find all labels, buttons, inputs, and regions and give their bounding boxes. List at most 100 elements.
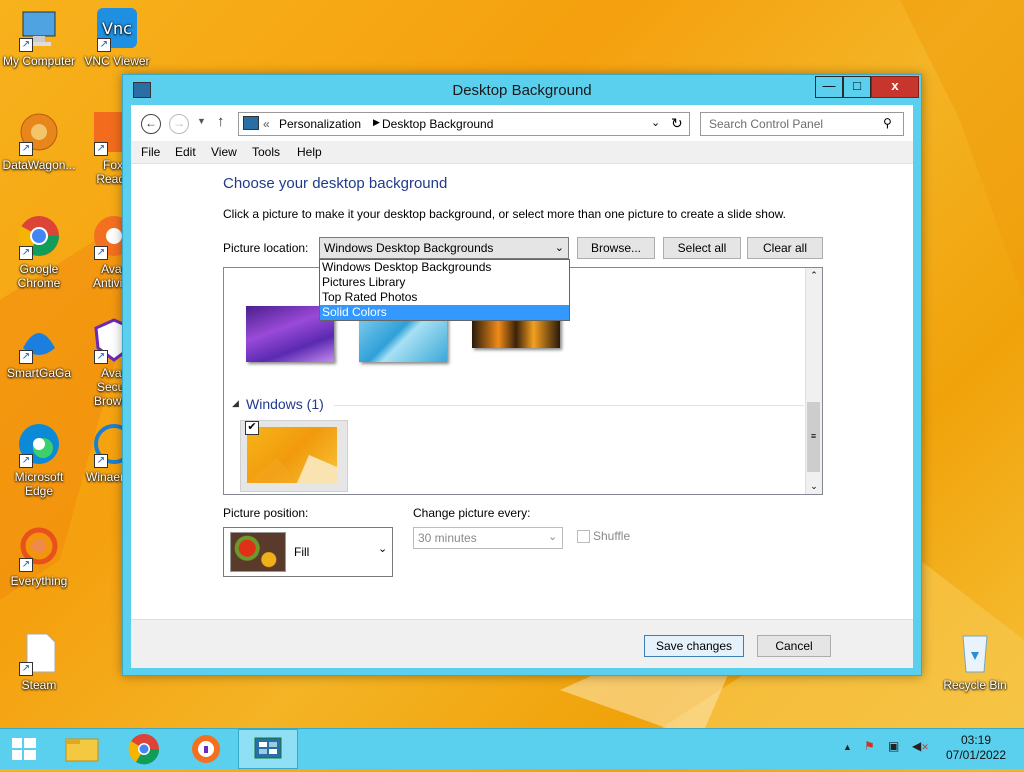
shortcut-arrow-icon: ↗ xyxy=(19,558,33,572)
picture-location-value: Windows Desktop Backgrounds xyxy=(324,241,494,255)
menu-tools[interactable]: Tools xyxy=(252,145,280,159)
picture-location-label: Picture location: xyxy=(223,241,309,255)
taskbar-file-explorer[interactable] xyxy=(58,729,106,769)
refresh-icon[interactable]: ↻ xyxy=(671,115,683,132)
shortcut-arrow-icon: ↗ xyxy=(97,38,111,52)
desktop-icon-label: Avast Secure Browser xyxy=(93,366,122,408)
network-icon[interactable]: ▣ xyxy=(888,739,899,753)
everything-icon: ↗ xyxy=(17,526,61,572)
maximize-button[interactable]: □ xyxy=(843,76,871,98)
breadcrumb-desktop-background[interactable]: Desktop Background xyxy=(382,117,493,131)
clock[interactable]: 03:19 07/01/2022 xyxy=(940,733,1012,763)
search-input[interactable]: Search Control Panel ⚲ xyxy=(700,112,904,136)
taskbar-avast-browser[interactable] xyxy=(182,729,230,769)
action-center-icon[interactable]: ⚑ xyxy=(864,739,875,753)
scroll-thumb[interactable]: ≡ xyxy=(807,402,820,472)
desktop-icon-smartgaga[interactable]: ↗ SmartGaGa xyxy=(0,312,78,380)
picture-position-select[interactable]: Fill ⌄ xyxy=(223,527,393,577)
picture-location-select[interactable]: Windows Desktop Backgrounds ⌄ xyxy=(319,237,569,259)
select-all-button[interactable]: Select all xyxy=(663,237,741,259)
minimize-button[interactable]: — xyxy=(815,76,843,98)
breadcrumb-prefix[interactable]: « xyxy=(263,117,270,131)
avast-icon: ↗ xyxy=(92,214,122,260)
desktop-icon-recycle-bin[interactable]: Recycle Bin xyxy=(936,624,1014,692)
group-divider xyxy=(334,405,804,406)
clear-all-button[interactable]: Clear all xyxy=(747,237,823,259)
thumbnail-windows-shapes xyxy=(247,455,337,483)
thumbnail-windows-selected[interactable]: ✔ xyxy=(240,420,348,492)
dropdown-option[interactable]: Windows Desktop Backgrounds xyxy=(320,260,569,275)
menu-edit[interactable]: Edit xyxy=(175,145,196,159)
back-button[interactable]: ← xyxy=(141,114,161,134)
dropdown-option-selected[interactable]: Solid Colors xyxy=(320,305,569,320)
desktop-icon-label: Steam xyxy=(21,678,57,692)
shuffle-checkbox[interactable] xyxy=(577,530,590,543)
scroll-down-icon[interactable]: ⌄ xyxy=(806,481,822,492)
desktop-icon-microsoft-edge[interactable]: ↗ Microsoft Edge xyxy=(0,416,78,498)
breadcrumb-personalization[interactable]: Personalization xyxy=(279,117,361,131)
address-bar[interactable]: « Personalization ▶ Desktop Background ⌄… xyxy=(238,112,690,136)
flower-preview-icon xyxy=(230,532,286,572)
shortcut-arrow-icon: ↗ xyxy=(94,350,108,364)
cancel-button[interactable]: Cancel xyxy=(757,635,831,657)
desktop-icon-avast-secure-browser[interactable]: ↗ Avast Secure Browser xyxy=(78,312,122,408)
desktop-icon-everything[interactable]: ↗ Everything xyxy=(0,520,78,588)
windows-logo-icon xyxy=(12,738,36,760)
search-placeholder: Search Control Panel xyxy=(709,117,824,131)
desktop-icon-label: DataWagon... xyxy=(2,158,76,172)
taskbar-control-panel-active[interactable] xyxy=(238,729,298,769)
save-changes-button[interactable]: Save changes xyxy=(644,635,744,657)
up-button[interactable]: ↑ xyxy=(217,113,225,130)
desktop-icon-google-chrome[interactable]: ↗ Google Chrome xyxy=(0,208,78,290)
desktop-icon-datawagon[interactable]: ↗ DataWagon... xyxy=(0,104,78,172)
desktop-icon-label: Everything xyxy=(10,574,68,588)
close-button[interactable]: x xyxy=(871,76,919,98)
navigation-bar: ← → ▼ ↑ « Personalization ▶ Desktop Back… xyxy=(131,105,913,141)
menu-help[interactable]: Help xyxy=(297,145,322,159)
chevron-down-icon[interactable]: ⌄ xyxy=(651,116,660,129)
search-icon[interactable]: ⚲ xyxy=(883,116,892,130)
recent-locations-icon[interactable]: ▼ xyxy=(197,116,206,126)
chrome-icon xyxy=(128,734,160,765)
desktop-icon-steam[interactable]: ↗ Steam xyxy=(0,624,78,692)
group-collapse-icon[interactable]: ◢ xyxy=(232,398,239,409)
desktop-icon-winaero-tweaker[interactable]: ↗ WinaeroTweaker xyxy=(78,416,122,484)
dropdown-option[interactable]: Pictures Library xyxy=(320,275,569,290)
chrome-icon: ↗ xyxy=(17,214,61,260)
folder-icon xyxy=(65,738,99,762)
picture-position-label: Picture position: xyxy=(223,506,309,520)
dropdown-option[interactable]: Top Rated Photos xyxy=(320,290,569,305)
start-button[interactable] xyxy=(0,729,48,769)
selection-checkbox[interactable]: ✔ xyxy=(245,421,259,435)
show-hidden-icons-button[interactable]: ▲ xyxy=(843,742,852,752)
desktop-background-window: Desktop Background — □ x ← → ▼ ↑ « Perso… xyxy=(122,74,922,676)
change-picture-label: Change picture every: xyxy=(413,506,531,520)
menu-bar: File Edit View Tools Help xyxy=(131,141,913,164)
gallery-scrollbar[interactable]: ⌃ ≡ ⌄ xyxy=(805,268,822,494)
forward-button[interactable]: → xyxy=(169,114,189,134)
change-picture-value: 30 minutes xyxy=(418,531,477,545)
group-title-windows[interactable]: Windows (1) xyxy=(246,396,324,412)
desktop-icon-avast-antivirus[interactable]: ↗ Avast Antivirus xyxy=(78,208,122,290)
clock-date: 07/01/2022 xyxy=(945,748,1007,762)
taskbar: ▲ ⚑ ▣ ◀✕ 03:19 07/01/2022 xyxy=(0,728,1024,769)
desktop-icon-label: My Computer xyxy=(2,54,76,68)
desktop-icon-foxit-reader[interactable]: ↗ Foxit Reader xyxy=(78,104,122,186)
desktop-icon-label: VNC Viewer xyxy=(84,54,150,68)
browse-button[interactable]: Browse... xyxy=(577,237,655,259)
volume-muted-icon[interactable]: ◀✕ xyxy=(912,739,929,753)
desktop-icon-vnc-viewer[interactable]: Vnc ↗ VNC Viewer xyxy=(78,0,156,68)
menu-file[interactable]: File xyxy=(141,145,160,159)
scroll-up-icon[interactable]: ⌃ xyxy=(806,270,822,281)
shortcut-arrow-icon: ↗ xyxy=(94,454,108,468)
taskbar-chrome[interactable] xyxy=(120,729,168,769)
shortcut-arrow-icon: ↗ xyxy=(19,350,33,364)
title-bar[interactable]: Desktop Background — □ x xyxy=(123,75,921,105)
desktop-icon-my-computer[interactable]: ↗ My Computer xyxy=(0,0,78,68)
smartgaga-icon: ↗ xyxy=(17,318,61,364)
menu-view[interactable]: View xyxy=(211,145,237,159)
change-picture-select[interactable]: 30 minutes ⌄ xyxy=(413,527,563,549)
picture-location-dropdown: Windows Desktop Backgrounds Pictures Lib… xyxy=(319,259,570,321)
winaero-icon: ↗ xyxy=(92,422,122,468)
control-panel-icon xyxy=(243,116,259,130)
